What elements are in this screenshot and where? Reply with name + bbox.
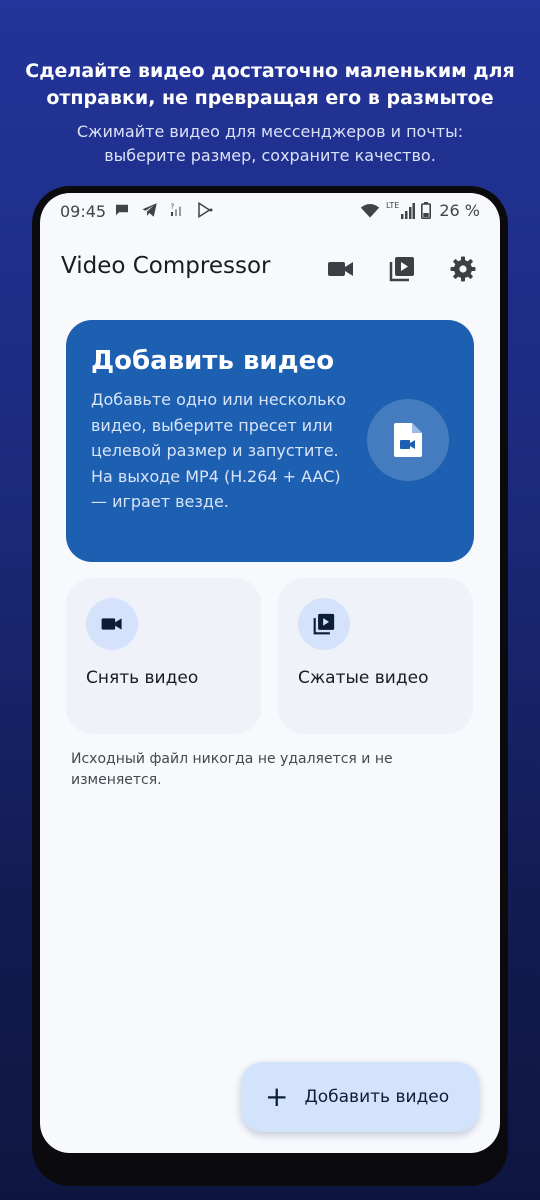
compressed-videos-tile-label: Сжатые видео xyxy=(298,668,429,688)
network-type-label: LTE xyxy=(386,201,400,210)
settings-icon xyxy=(450,256,476,282)
settings-action[interactable] xyxy=(445,251,481,287)
compressed-videos-action[interactable] xyxy=(384,251,420,287)
add-video-card[interactable]: Добавить видео Добавьте одно или несколь… xyxy=(66,320,474,562)
chat-bubble-icon xyxy=(116,204,128,216)
promo-title-line-1: Сделайте видео достаточно маленьким для xyxy=(25,60,515,82)
add-video-card-title: Добавить видео xyxy=(91,346,335,376)
record-video-tile[interactable]: Снять видео xyxy=(66,578,261,734)
wifi-icon xyxy=(360,203,380,218)
record-video-action[interactable] xyxy=(323,251,359,287)
status-time: 09:45 xyxy=(60,202,107,221)
promo-subtitle-line-1: Сжимайте видео для мессенджеров и почты: xyxy=(76,122,464,141)
add-video-card-description: Добавьте одно или несколько видео, выбер… xyxy=(91,390,347,511)
videocam-icon xyxy=(328,262,353,276)
add-video-card-icon-circle xyxy=(367,399,449,481)
play-store-icon xyxy=(198,201,213,219)
telegram-icon xyxy=(142,203,157,217)
add-video-fab-label: Добавить видео xyxy=(304,1087,450,1107)
source-file-note: Исходный файл никогда не удаляется и не … xyxy=(71,751,393,788)
record-video-tile-icon-circle xyxy=(86,598,138,650)
video-library-icon xyxy=(313,613,335,635)
status-notification-icons: ? xyxy=(113,201,215,219)
promo-title: Сделайте видео достаточно маленьким для … xyxy=(0,58,540,112)
app-bar: Video Compressor xyxy=(40,239,500,295)
promo-subtitle-line-2: выберите размер, сохраните качество. xyxy=(104,146,436,165)
phone-screen: 09:45 ? LTE 26 % Video Compressor Добави… xyxy=(40,193,500,1153)
video-file-icon xyxy=(394,423,422,457)
record-video-tile-label: Снять видео xyxy=(86,668,199,688)
app-title: Video Compressor xyxy=(61,253,271,279)
battery-icon xyxy=(421,202,432,219)
videocam-icon xyxy=(101,618,122,630)
compressed-videos-tile-icon-circle xyxy=(298,598,350,650)
plus-icon: + xyxy=(265,1080,289,1113)
compressed-videos-tile[interactable]: Сжатые видео xyxy=(278,578,473,734)
promo-title-line-2: отправки, не превращая его в размытое xyxy=(46,87,494,109)
add-video-fab[interactable]: + Добавить видео xyxy=(241,1062,479,1132)
svg-text:?: ? xyxy=(170,202,174,211)
video-library-icon xyxy=(389,257,414,282)
status-bar: 09:45 ? LTE 26 % xyxy=(40,193,500,229)
battery-percent: 26 % xyxy=(439,201,480,220)
status-system-icons: LTE 26 % xyxy=(360,201,480,220)
signal-icon xyxy=(401,202,416,219)
no-signal-icon: ? xyxy=(170,202,181,216)
promo-subtitle: Сжимайте видео для мессенджеров и почты:… xyxy=(0,120,540,168)
